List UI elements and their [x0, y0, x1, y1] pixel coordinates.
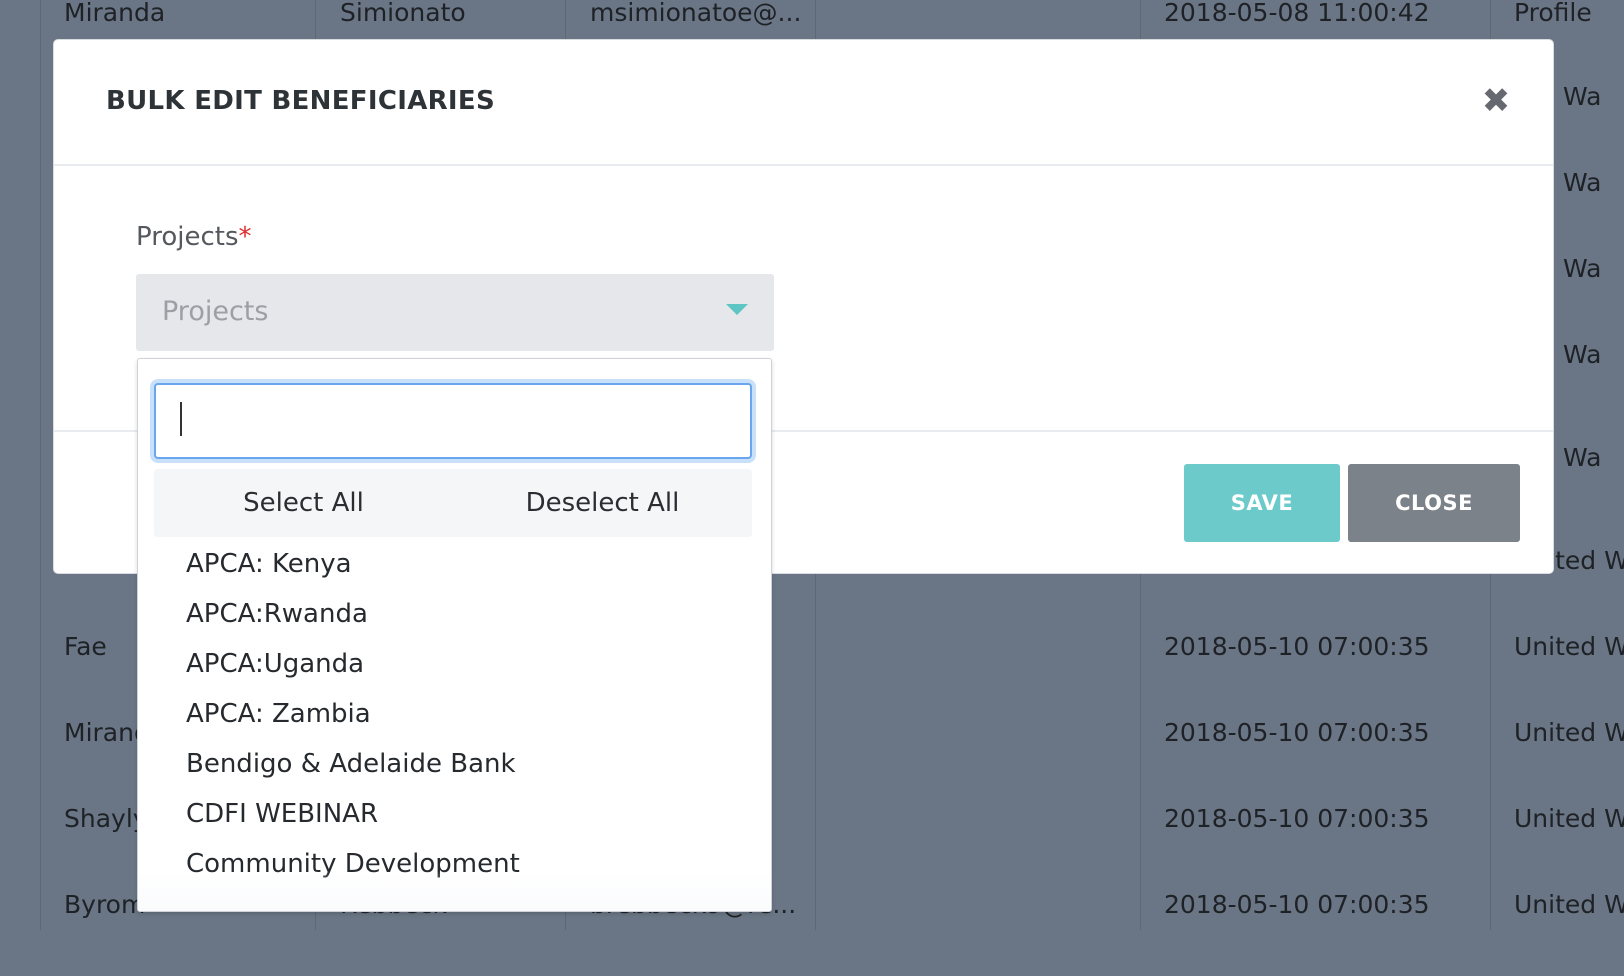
select-actions-bar: Select All Deselect All	[154, 469, 752, 537]
projects-search-input[interactable]	[154, 383, 752, 459]
table-cell-date: 2018-05-10 07:00:35	[1164, 804, 1430, 833]
projects-dropdown-menu: Select All Deselect All APCA: Kenya APCA…	[137, 358, 772, 912]
table-cell-date: 2018-05-08 11:00:42	[1164, 0, 1430, 27]
projects-select[interactable]: Projects	[136, 274, 774, 351]
projects-label-text: Projects	[136, 222, 239, 252]
table-cell-org: Profile	[1514, 0, 1592, 27]
project-option[interactable]: Bendigo & Adelaide Bank	[186, 739, 516, 789]
project-option[interactable]: CDFI WEBINAR	[186, 789, 378, 839]
projects-select-placeholder: Projects	[162, 296, 269, 327]
table-cell-first: Miranda	[64, 0, 166, 27]
table-cell-date: 2018-05-10 07:00:35	[1164, 718, 1430, 747]
text-caret	[180, 402, 182, 436]
table-cell-org: United Wa	[1514, 718, 1624, 747]
required-marker: *	[238, 222, 252, 252]
caret-down-icon[interactable]	[726, 304, 748, 315]
table-cell-date: 2018-05-10 07:00:35	[1164, 890, 1430, 919]
table-cell-date: 2018-05-10 07:00:35	[1164, 632, 1430, 661]
project-option[interactable]: APCA: Kenya	[186, 539, 352, 589]
table-cell-org: United Wa	[1514, 804, 1624, 833]
table-cell-email: msimionatoe@...	[590, 0, 802, 27]
project-option[interactable]: APCA:Rwanda	[186, 589, 368, 639]
modal-header: BULK EDIT BENEFICIARIES ✖	[54, 40, 1553, 166]
table-cell-org: United Wa	[1514, 890, 1624, 919]
close-button[interactable]: CLOSE	[1348, 464, 1520, 542]
project-option[interactable]: APCA:Uganda	[186, 639, 364, 689]
close-x-icon[interactable]: ✖	[1479, 84, 1513, 118]
projects-field-label: Projects*	[136, 222, 252, 252]
save-button[interactable]: SAVE	[1184, 464, 1340, 542]
table-cell-org: United Wa	[1514, 632, 1624, 661]
project-option[interactable]: APCA: Zambia	[186, 689, 371, 739]
modal-title: BULK EDIT BENEFICIARIES	[106, 86, 495, 116]
deselect-all-button[interactable]: Deselect All	[453, 469, 752, 537]
list-scroll-fade	[138, 871, 771, 911]
table-cell-last: Simionato	[340, 0, 466, 27]
select-all-button[interactable]: Select All	[154, 469, 453, 537]
